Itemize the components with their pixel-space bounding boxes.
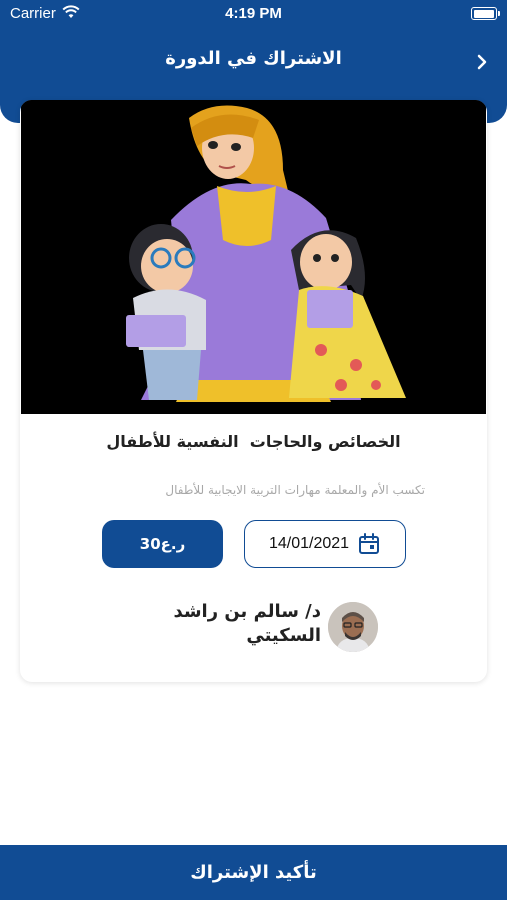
instructor-avatar — [328, 602, 378, 652]
battery-icon — [471, 7, 500, 20]
course-title: الخصائص والحاجات النفسية للأطفال — [106, 432, 401, 451]
course-card: الخصائص والحاجات النفسية للأطفال تكسب ال… — [20, 100, 487, 682]
price-value: 30ر.ع — [139, 535, 186, 553]
confirm-subscription-label: تأكيد الإشتراك — [190, 862, 317, 883]
course-illustration — [21, 100, 486, 414]
clock: 4:19 PM — [225, 5, 282, 22]
status-bar: Carrier 4:19 PM — [0, 0, 507, 28]
confirm-subscription-button[interactable]: تأكيد الإشتراك — [0, 845, 507, 900]
calendar-icon — [359, 533, 380, 554]
chevron-right-icon — [477, 54, 487, 70]
course-description: تكسب الأم والمعلمة مهارات التربية الايجا… — [165, 483, 425, 497]
page-title: الاشتراك في الدورة — [165, 48, 342, 69]
price-badge: 30ر.ع — [102, 520, 223, 568]
back-button[interactable] — [468, 50, 496, 74]
date-badge: 14/01/2021 — [244, 520, 406, 568]
course-date: 14/01/2021 — [268, 535, 350, 552]
instructor-name: د/ سالم بن راشد السكيتي — [173, 601, 321, 646]
